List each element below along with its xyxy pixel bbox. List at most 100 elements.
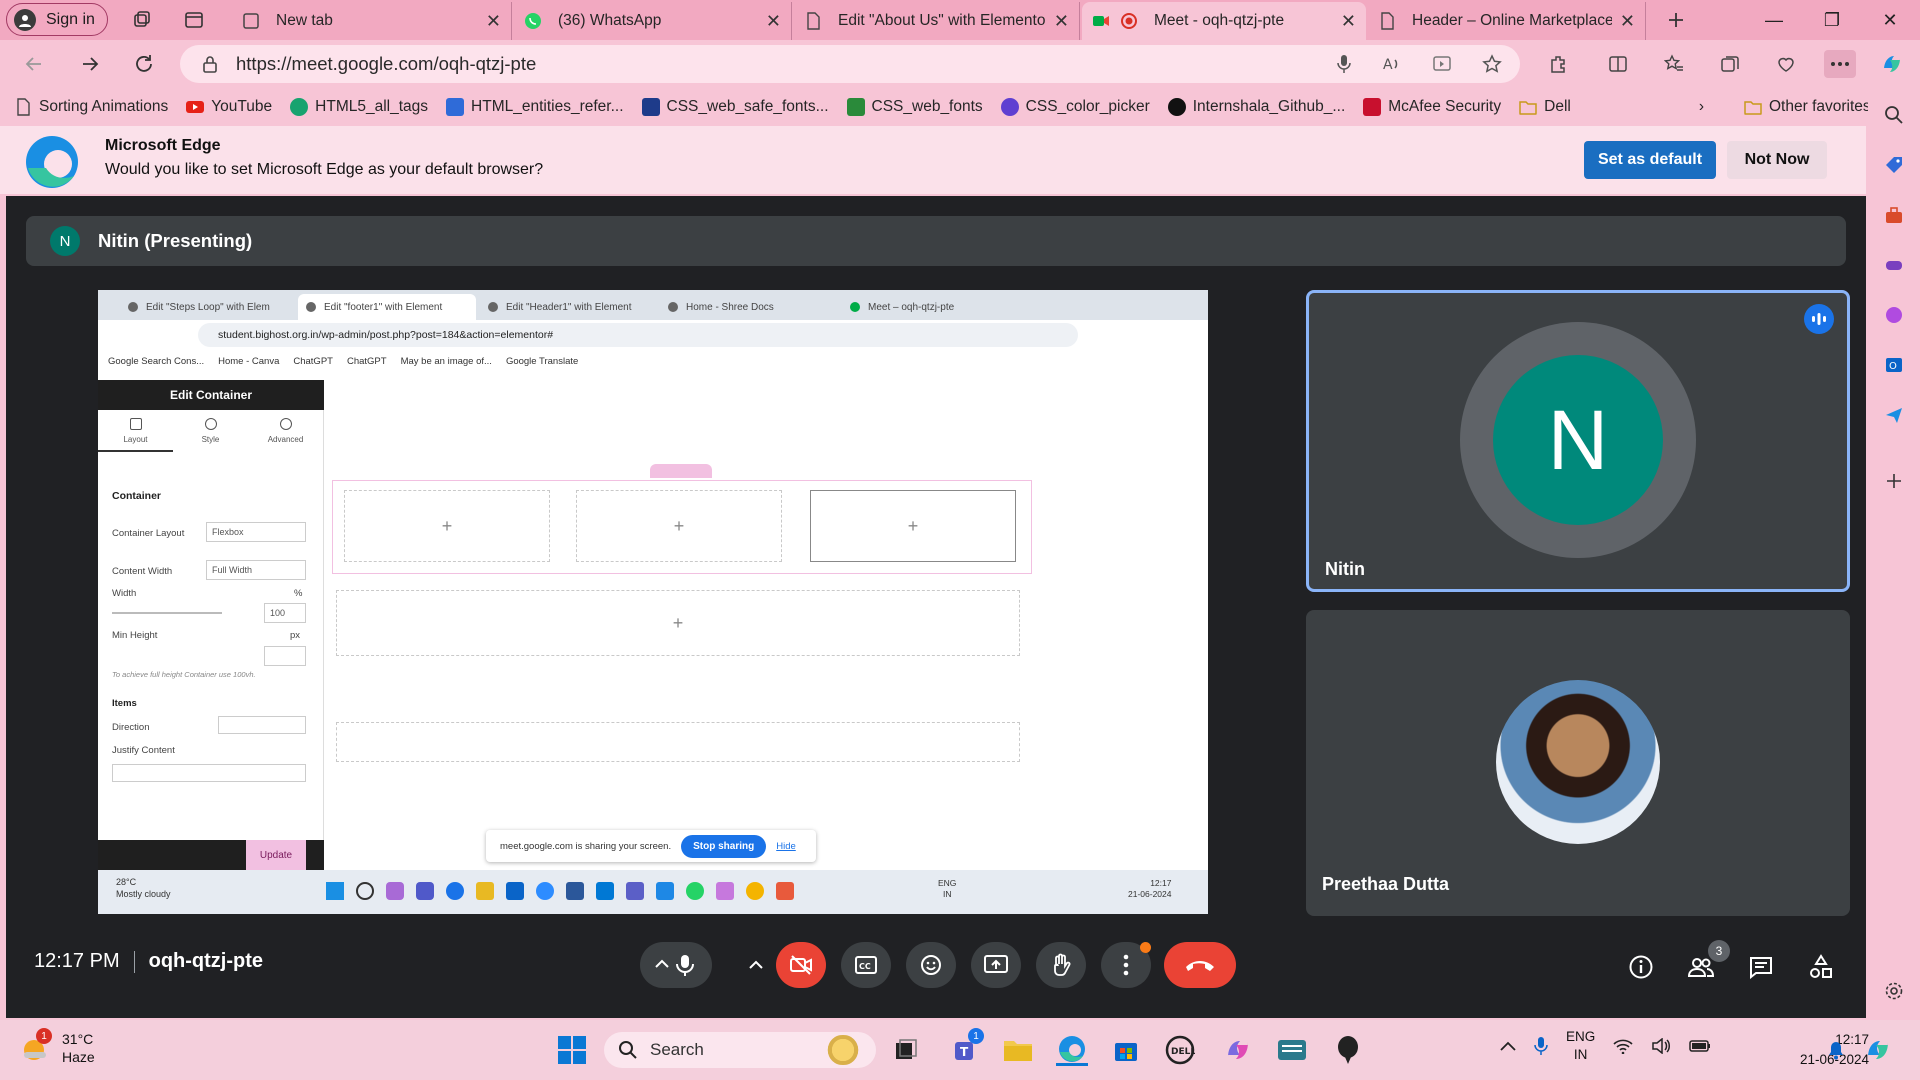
- windows-start-icon[interactable]: [556, 1034, 588, 1066]
- tab-meet[interactable]: Meet - oqh-qtzj-pte ✕: [1082, 2, 1366, 40]
- restore-icon[interactable]: ❐: [1804, 5, 1860, 35]
- tab-new-tab[interactable]: New tab ✕: [232, 2, 512, 40]
- favorites-icon[interactable]: [1660, 50, 1688, 78]
- bookmark-item[interactable]: CSS_color_picker: [992, 98, 1159, 116]
- bookmark-item[interactable]: YouTube: [177, 98, 281, 116]
- svg-text:O: O: [1889, 361, 1897, 372]
- chat-icon[interactable]: [1746, 952, 1776, 982]
- close-icon[interactable]: ✕: [1341, 11, 1356, 32]
- raise-hand-button[interactable]: [1036, 942, 1086, 988]
- bookmark-item[interactable]: CSS_web_fonts: [838, 98, 992, 116]
- teams-icon[interactable]: T 1: [950, 1028, 984, 1066]
- captions-button[interactable]: CC: [841, 942, 891, 988]
- browser-essentials-icon[interactable]: [1772, 50, 1800, 78]
- sidebar-settings-icon[interactable]: [1881, 978, 1907, 1004]
- extensions-icon[interactable]: [1544, 50, 1572, 78]
- back-icon[interactable]: [20, 50, 48, 78]
- shopping-tag-icon[interactable]: [1881, 152, 1907, 178]
- notifications-bell-icon[interactable]: [1820, 1034, 1852, 1066]
- alien-app-icon[interactable]: [1332, 1034, 1364, 1066]
- bookmark-item[interactable]: HTML5_all_tags: [281, 98, 437, 116]
- search-placeholder: Search: [650, 1040, 704, 1059]
- participant-tile-preethaa[interactable]: Preethaa Dutta: [1306, 610, 1850, 916]
- microsoft-365-icon[interactable]: [1881, 302, 1907, 328]
- bookmarks-chevron-icon[interactable]: ›: [1690, 98, 1713, 116]
- add-sidebar-plus-icon[interactable]: [1881, 468, 1907, 494]
- app-available-icon[interactable]: [1428, 50, 1456, 78]
- edge-logo-icon: [22, 134, 86, 190]
- activities-icon[interactable]: [1806, 952, 1836, 982]
- drop-send-icon[interactable]: [1881, 402, 1907, 428]
- read-aloud-icon[interactable]: A: [1378, 50, 1406, 78]
- infobar-message: Would you like to set Microsoft Edge as …: [105, 161, 544, 178]
- minimize-icon[interactable]: —: [1746, 5, 1802, 35]
- window-close-icon[interactable]: ✕: [1862, 5, 1918, 35]
- tab-header-marketplace[interactable]: Header – Online Marketplace ✕: [1368, 2, 1646, 40]
- favorite-star-icon[interactable]: [1478, 50, 1506, 78]
- tray-overflow-chevron-icon[interactable]: [1500, 1041, 1516, 1051]
- copilot-taskbar-icon[interactable]: [1222, 1034, 1254, 1066]
- dell-icon[interactable]: DELL: [1164, 1034, 1196, 1066]
- bookmark-item[interactable]: CSS_web_safe_fonts...: [633, 98, 838, 116]
- weather-widget[interactable]: 1 31°C Haze: [20, 1028, 95, 1066]
- not-now-button[interactable]: Not Now: [1727, 141, 1827, 179]
- microsoft-store-icon[interactable]: [1110, 1034, 1142, 1066]
- meeting-code: oqh-qtzj-pte: [148, 950, 264, 972]
- virtual-keyboard-icon[interactable]: [1276, 1034, 1308, 1066]
- bookmark-item[interactable]: Sorting Animations: [0, 98, 177, 116]
- tab-whatsapp[interactable]: (36) WhatsApp ✕: [514, 2, 792, 40]
- bookmark-item[interactable]: McAfee Security: [1354, 98, 1510, 116]
- tab-edit-about-us[interactable]: Edit "About Us" with Elemento ✕: [794, 2, 1080, 40]
- microphone-tray-icon[interactable]: [1534, 1036, 1548, 1056]
- container-handle: [650, 464, 712, 478]
- new-tab-plus-icon[interactable]: [1664, 8, 1688, 32]
- leave-call-button[interactable]: [1164, 942, 1236, 988]
- copilot-icon[interactable]: [1878, 50, 1906, 78]
- bookmark-item[interactable]: Internshala_Github_...: [1159, 98, 1355, 116]
- volume-icon[interactable]: [1651, 1038, 1671, 1054]
- microphone-button[interactable]: [640, 942, 712, 988]
- other-favorites-folder[interactable]: Other favorites: [1735, 98, 1880, 116]
- participant-tile-nitin[interactable]: N Nitin: [1306, 290, 1850, 592]
- meeting-details-icon[interactable]: [1626, 952, 1656, 982]
- emoji-reactions-button[interactable]: [906, 942, 956, 988]
- tab-actions-icon[interactable]: [182, 8, 206, 32]
- refresh-icon[interactable]: [130, 50, 158, 78]
- close-icon[interactable]: ✕: [766, 11, 781, 32]
- language-indicator[interactable]: ENG IN: [1566, 1028, 1595, 1064]
- taskbar-search[interactable]: Search: [604, 1032, 876, 1068]
- tools-icon[interactable]: [1881, 202, 1907, 228]
- system-tray: ENG IN: [1500, 1028, 1711, 1064]
- workspaces-icon[interactable]: [130, 8, 154, 32]
- microphone-icon[interactable]: [1330, 50, 1358, 78]
- file-explorer-icon[interactable]: [1002, 1034, 1034, 1066]
- copilot-tray-icon[interactable]: [1862, 1034, 1894, 1066]
- task-view-icon[interactable]: [890, 1034, 922, 1066]
- shared-screen: Edit "Steps Loop" with Elem Edit "footer…: [98, 290, 1208, 914]
- width-slider: [112, 612, 222, 614]
- forward-icon[interactable]: [76, 50, 104, 78]
- set-as-default-button[interactable]: Set as default: [1584, 141, 1716, 179]
- bookmark-folder[interactable]: Dell: [1510, 98, 1580, 116]
- close-icon[interactable]: ✕: [1054, 11, 1069, 32]
- wifi-icon[interactable]: [1613, 1038, 1633, 1054]
- close-icon[interactable]: ✕: [1620, 11, 1635, 32]
- settings-more-icon[interactable]: [1824, 50, 1856, 78]
- search-icon[interactable]: [1881, 102, 1907, 128]
- edge-taskbar-icon[interactable]: [1056, 1034, 1088, 1066]
- split-screen-icon[interactable]: [1604, 50, 1632, 78]
- profile-button[interactable]: Sign in: [6, 3, 108, 36]
- panel-title: Edit Container: [98, 380, 324, 410]
- camera-off-button[interactable]: [776, 942, 826, 988]
- weather-sun-icon: 1: [20, 1028, 52, 1064]
- collections-icon[interactable]: [1716, 50, 1744, 78]
- address-bar[interactable]: https://meet.google.com/oqh-qtzj-pte: [180, 45, 1520, 83]
- shared-url: student.bighost.org.in/wp-admin/post.php…: [198, 323, 1078, 347]
- outlook-icon[interactable]: O: [1881, 352, 1907, 378]
- present-screen-button[interactable]: [971, 942, 1021, 988]
- close-icon[interactable]: ✕: [486, 11, 501, 32]
- bookmark-item[interactable]: HTML_entities_refer...: [437, 98, 632, 116]
- games-icon[interactable]: [1881, 252, 1907, 278]
- camera-options-chevron-icon[interactable]: [740, 942, 772, 988]
- battery-icon[interactable]: [1689, 1039, 1711, 1053]
